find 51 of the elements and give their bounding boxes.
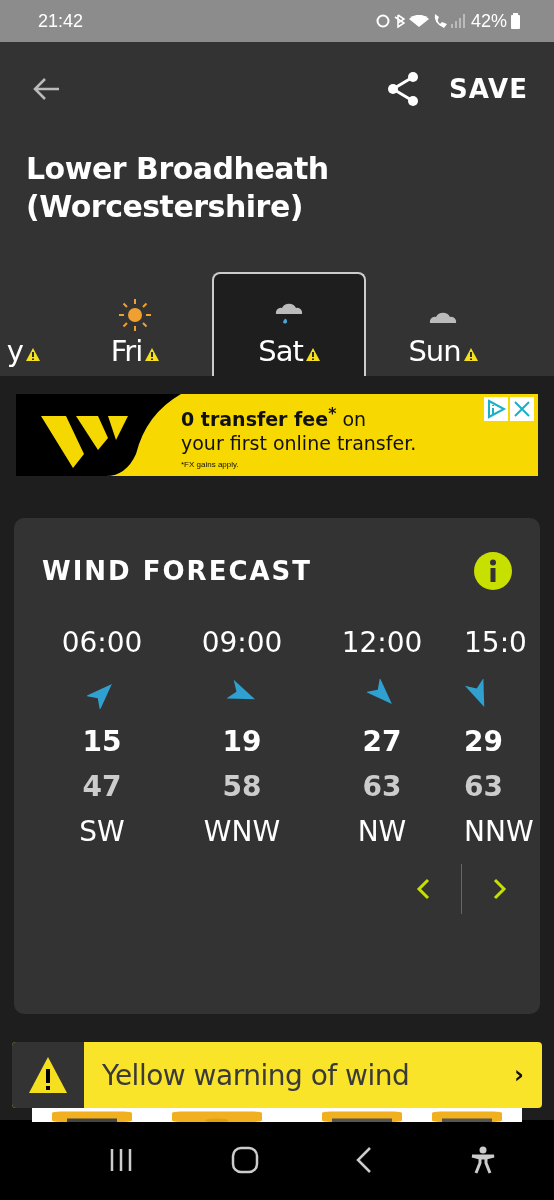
- warning-text: Yellow warning of wind: [101, 1057, 411, 1094]
- wind-gust: 47: [82, 770, 122, 803]
- battery-icon: [511, 13, 520, 29]
- forecast-time: 09:00: [201, 626, 283, 659]
- day-tab[interactable]: Sat: [212, 272, 366, 376]
- info-icon[interactable]: [474, 552, 512, 590]
- forecast-time: 15:0: [464, 626, 527, 659]
- sun-icon: [118, 298, 152, 332]
- wind-speed: 15: [82, 725, 122, 758]
- day-tab[interactable]: y: [0, 272, 48, 376]
- status-time: 21:42: [38, 10, 84, 32]
- wind-direction: WNW: [203, 815, 281, 848]
- card-title: WIND FORECAST: [42, 556, 313, 586]
- wind-speed: 29: [464, 725, 503, 758]
- back-icon[interactable]: [355, 1146, 374, 1174]
- home-icon[interactable]: [230, 1146, 259, 1174]
- forecast-time: 06:00: [61, 626, 143, 659]
- close-icon[interactable]: [510, 397, 534, 421]
- warning-icon: [28, 1056, 68, 1094]
- wind-direction: SW: [79, 815, 125, 848]
- wifi-icon: [408, 15, 429, 27]
- day-tab[interactable]: Fri: [58, 272, 212, 376]
- ad-choices-icon[interactable]: [484, 397, 508, 421]
- ad-banner[interactable]: 0 transfer fee$^{*}$ on your first online transfer. *FX gains apply.: [16, 394, 538, 476]
- wind-gust: 63: [362, 770, 402, 803]
- alarm-icon: [375, 14, 390, 28]
- logo-icon: [16, 394, 181, 476]
- next-icon[interactable]: [492, 878, 508, 900]
- call-icon: [432, 14, 447, 28]
- wind-speed: 27: [362, 725, 402, 758]
- bluetooth-icon: [393, 14, 405, 28]
- wind-gust: 58: [222, 770, 262, 803]
- day-tab[interactable]: Sun: [366, 272, 520, 376]
- back-arrow-icon[interactable]: [32, 77, 60, 101]
- chevron-icon: ›: [514, 1042, 542, 1108]
- ad-headline: 0 transfer fee$^{*}$ on: [181, 403, 368, 432]
- wind-gust: 63: [464, 770, 503, 803]
- accessibility-icon[interactable]: [469, 1146, 496, 1174]
- battery-percent: 42%: [470, 10, 507, 32]
- save-button[interactable]: SAVE: [449, 74, 528, 104]
- previous-icon[interactable]: [415, 878, 431, 900]
- wind-speed: 19: [222, 725, 262, 758]
- ad-text: your first online transfer.: [181, 431, 417, 456]
- warning-banner[interactable]: Yellow warning of wind ›: [12, 1042, 542, 1108]
- location-title: Lower Broadheath (Worcestershire): [26, 150, 330, 226]
- forecast-time: 12:00: [341, 626, 423, 659]
- wind-direction: NNW: [464, 815, 534, 848]
- signal-icon: [450, 14, 467, 28]
- ad-footnote: *FX gains apply.: [181, 460, 240, 470]
- share-icon[interactable]: [387, 72, 420, 106]
- wind-direction: NW: [357, 815, 407, 848]
